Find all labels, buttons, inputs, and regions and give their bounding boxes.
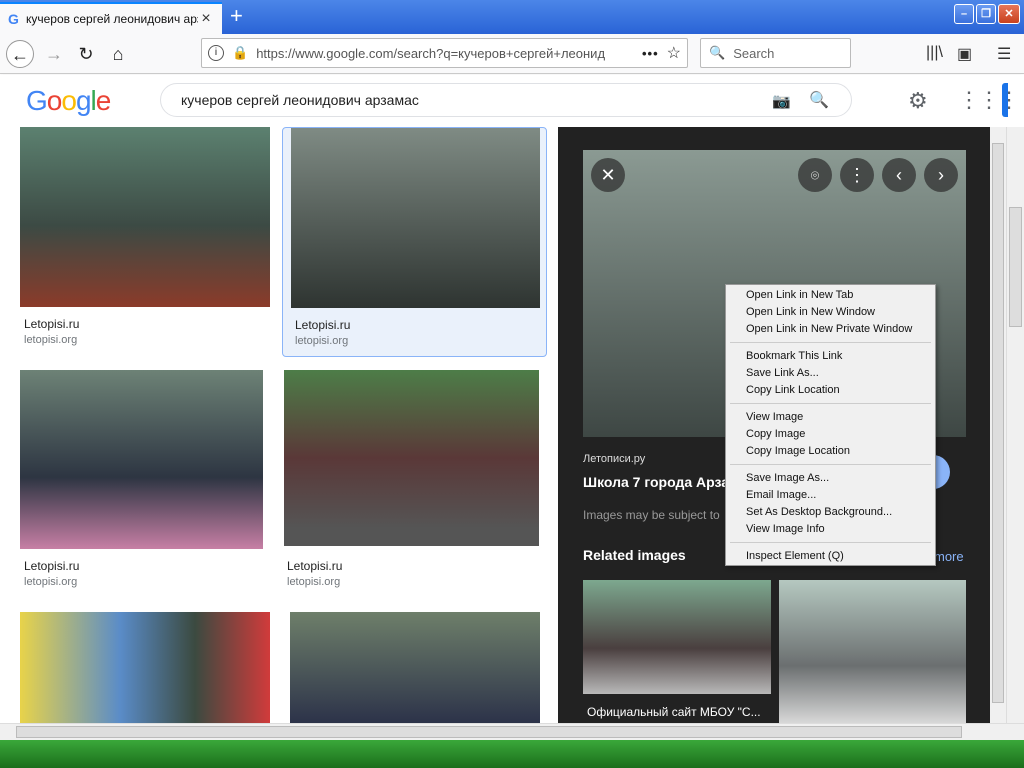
camera-icon[interactable]: 📷 [772, 92, 791, 110]
desktop-wallpaper [0, 740, 1024, 768]
menu-item-email-image[interactable]: Email Image... [746, 487, 816, 504]
result-source: letopisi.org [24, 334, 78, 346]
back-button[interactable]: ← [6, 40, 34, 68]
previous-button[interactable]: ‹ [882, 158, 916, 192]
query-text[interactable]: кучеров сергей леонидович арзамас [181, 92, 419, 108]
result-source: letopisi.org [295, 335, 349, 347]
menu-item-save-link[interactable]: Save Link As... [746, 365, 819, 382]
result-title[interactable]: Letopisi.ru [295, 318, 350, 332]
next-button[interactable]: › [924, 158, 958, 192]
navigation-bar: ← → ↻ ⌂ i 🔒 https://www.google.com/searc… [0, 34, 1024, 74]
window-controls: – ❐ ✕ [954, 4, 1020, 24]
lens-button[interactable]: ⌾ [798, 158, 832, 192]
result-title[interactable]: Letopisi.ru [24, 317, 79, 331]
more-options-button[interactable]: ⋮ [840, 158, 874, 192]
result-image[interactable] [20, 370, 263, 549]
result-card[interactable]: Letopisi.ru letopisi.org [284, 370, 539, 595]
preview-title[interactable]: Школа 7 города Арза [583, 474, 729, 490]
result-card[interactable]: Letopisi.ru letopisi.org [20, 127, 270, 357]
menu-item-open-new-tab[interactable]: Open Link in New Tab [746, 287, 853, 304]
menu-item-bookmark-link[interactable]: Bookmark This Link [746, 348, 842, 365]
google-header: Google кучеров сергей леонидович арзамас… [0, 75, 1024, 127]
bookmark-star-icon[interactable]: ☆ [667, 43, 681, 63]
tab-title: кучеров сергей леонидович арзама [26, 12, 198, 26]
menu-item-open-new-window[interactable]: Open Link in New Window [746, 304, 875, 321]
forward-button[interactable]: → [40, 40, 68, 68]
search-placeholder: Search [733, 45, 775, 61]
result-card[interactable] [290, 612, 540, 723]
restore-button[interactable]: ❐ [976, 4, 996, 24]
menu-item-copy-link[interactable]: Copy Link Location [746, 382, 840, 399]
image-results-grid: Letopisi.ru letopisi.org Letopisi.ru let… [0, 127, 558, 723]
scrollbar-thumb[interactable] [992, 143, 1004, 703]
result-image[interactable] [291, 128, 540, 308]
result-source: letopisi.org [24, 576, 78, 588]
related-image[interactable] [583, 580, 771, 694]
window-scrollbar[interactable] [1006, 127, 1024, 723]
menu-item-open-private-window[interactable]: Open Link in New Private Window [746, 321, 912, 338]
google-logo[interactable]: Google [26, 85, 111, 117]
menu-icon[interactable]: ☰ [997, 44, 1011, 64]
menu-item-set-desktop-background[interactable]: Set As Desktop Background... [746, 504, 892, 521]
address-bar[interactable]: i 🔒 https://www.google.com/search?q=куче… [201, 38, 688, 68]
more-link[interactable]: more [934, 549, 964, 564]
settings-gear-icon[interactable]: ⚙ [908, 88, 928, 114]
title-bar: G кучеров сергей леонидович арзама × + –… [0, 0, 1024, 34]
menu-separator [730, 542, 931, 543]
result-source: letopisi.org [287, 576, 341, 588]
result-image[interactable] [20, 127, 270, 307]
page-actions-icon[interactable]: ••• [642, 46, 659, 61]
menu-item-save-image[interactable]: Save Image As... [746, 470, 829, 487]
google-search-input[interactable]: кучеров сергей леонидович арзамас 📷 🔍 [160, 83, 852, 117]
close-tab-icon[interactable]: × [198, 10, 214, 28]
library-icon[interactable]: |||\ [926, 44, 943, 62]
minimize-button[interactable]: – [954, 4, 974, 24]
context-menu: Open Link in New Tab Open Link in New Wi… [725, 284, 936, 566]
new-tab-icon[interactable]: + [230, 5, 243, 27]
sign-in-button[interactable] [1002, 83, 1008, 117]
result-image[interactable] [290, 612, 540, 723]
menu-item-inspect-element[interactable]: Inspect Element (Q) [746, 548, 844, 565]
reload-button[interactable]: ↻ [72, 40, 100, 68]
menu-separator [730, 464, 931, 465]
google-favicon-icon: G [8, 11, 19, 27]
search-icon: 🔍 [709, 45, 726, 60]
related-heading: Related images [583, 547, 686, 563]
lock-icon: 🔒 [232, 45, 249, 60]
search-submit-icon[interactable]: 🔍 [809, 90, 829, 110]
scrollbar-thumb[interactable] [1009, 207, 1022, 327]
home-button[interactable]: ⌂ [104, 40, 132, 68]
url-text[interactable]: https://www.google.com/search?q=кучеров+… [256, 46, 634, 61]
result-card-selected[interactable]: Letopisi.ru letopisi.org [282, 127, 547, 357]
menu-item-view-image[interactable]: View Image [746, 409, 803, 426]
preview-site: Летописи.ру [583, 453, 646, 465]
sidebar-icon[interactable]: ▣ [957, 44, 972, 64]
apps-grid-icon[interactable]: ⋮⋮⋮ [958, 87, 1020, 113]
result-image[interactable] [284, 370, 539, 546]
result-title[interactable]: Letopisi.ru [24, 559, 79, 573]
browser-tab[interactable]: G кучеров сергей леонидович арзама × [0, 2, 222, 34]
menu-item-copy-image[interactable]: Copy Image [746, 426, 805, 443]
copyright-notice: Images may be subject to [583, 508, 720, 522]
horizontal-scrollbar[interactable] [0, 723, 1024, 740]
search-box[interactable]: 🔍 Search [700, 38, 851, 68]
menu-separator [730, 403, 931, 404]
close-preview-button[interactable]: ✕ [591, 158, 625, 192]
menu-separator [730, 342, 931, 343]
result-card[interactable] [20, 612, 270, 723]
scrollbar-thumb[interactable] [16, 726, 962, 738]
result-image[interactable] [20, 612, 270, 723]
related-caption[interactable]: Официальный сайт МБОУ "С... [587, 705, 761, 719]
related-image[interactable] [779, 580, 966, 723]
menu-item-copy-image-location[interactable]: Copy Image Location [746, 443, 850, 460]
result-title[interactable]: Letopisi.ru [287, 559, 342, 573]
page-scrollbar[interactable] [990, 127, 1006, 723]
info-icon[interactable]: i [208, 45, 224, 61]
result-card[interactable]: Letopisi.ru letopisi.org [20, 370, 263, 595]
close-window-button[interactable]: ✕ [998, 4, 1020, 24]
menu-item-view-image-info[interactable]: View Image Info [746, 521, 825, 538]
